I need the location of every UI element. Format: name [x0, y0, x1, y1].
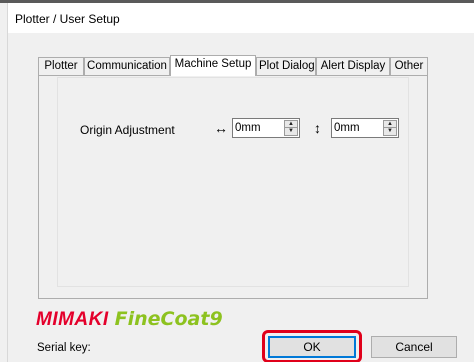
- origin-adjustment-label: Origin Adjustment: [80, 123, 175, 137]
- spin-up-icon[interactable]: ▲: [285, 121, 297, 128]
- vertical-arrow-icon: ↕: [314, 120, 321, 136]
- dialog-title: Plotter / User Setup: [15, 12, 120, 26]
- tab-machine-setup[interactable]: Machine Setup: [170, 55, 256, 76]
- mimaki-finecoat-logo: MIMAKI FineCoat9: [36, 308, 223, 331]
- dialog-titlebar: Plotter / User Setup: [8, 3, 474, 33]
- finecoat-logo-text: FineCoat9: [114, 308, 223, 330]
- window-left-edge: [0, 3, 8, 362]
- panel-group-box: [57, 77, 409, 287]
- tab-other[interactable]: Other: [390, 57, 428, 75]
- spin-down-icon[interactable]: ▼: [285, 128, 297, 135]
- horizontal-spin-buttons[interactable]: ▲ ▼: [284, 120, 298, 136]
- vertical-origin-stepper[interactable]: ▲ ▼: [331, 118, 399, 138]
- horizontal-arrow-icon: ↔: [214, 120, 228, 136]
- serial-key-label: Serial key:: [37, 342, 91, 354]
- vertical-origin-input[interactable]: [334, 121, 376, 135]
- spin-down-icon[interactable]: ▼: [384, 128, 396, 135]
- tab-communication[interactable]: Communication: [84, 57, 170, 75]
- horizontal-origin-input[interactable]: [235, 121, 277, 135]
- tab-plotter[interactable]: Plotter: [38, 57, 84, 75]
- mimaki-logo-text: MIMAKI: [36, 309, 109, 330]
- vertical-spin-buttons[interactable]: ▲ ▼: [383, 120, 397, 136]
- tab-plot-dialog[interactable]: Plot Dialog: [256, 57, 316, 75]
- ok-highlight-box: [262, 330, 362, 362]
- spin-up-icon[interactable]: ▲: [384, 121, 396, 128]
- tab-alert-display[interactable]: Alert Display: [316, 57, 390, 75]
- horizontal-origin-stepper[interactable]: ▲ ▼: [232, 118, 300, 138]
- cancel-button[interactable]: Cancel: [371, 336, 457, 358]
- machine-setup-panel: [38, 75, 428, 299]
